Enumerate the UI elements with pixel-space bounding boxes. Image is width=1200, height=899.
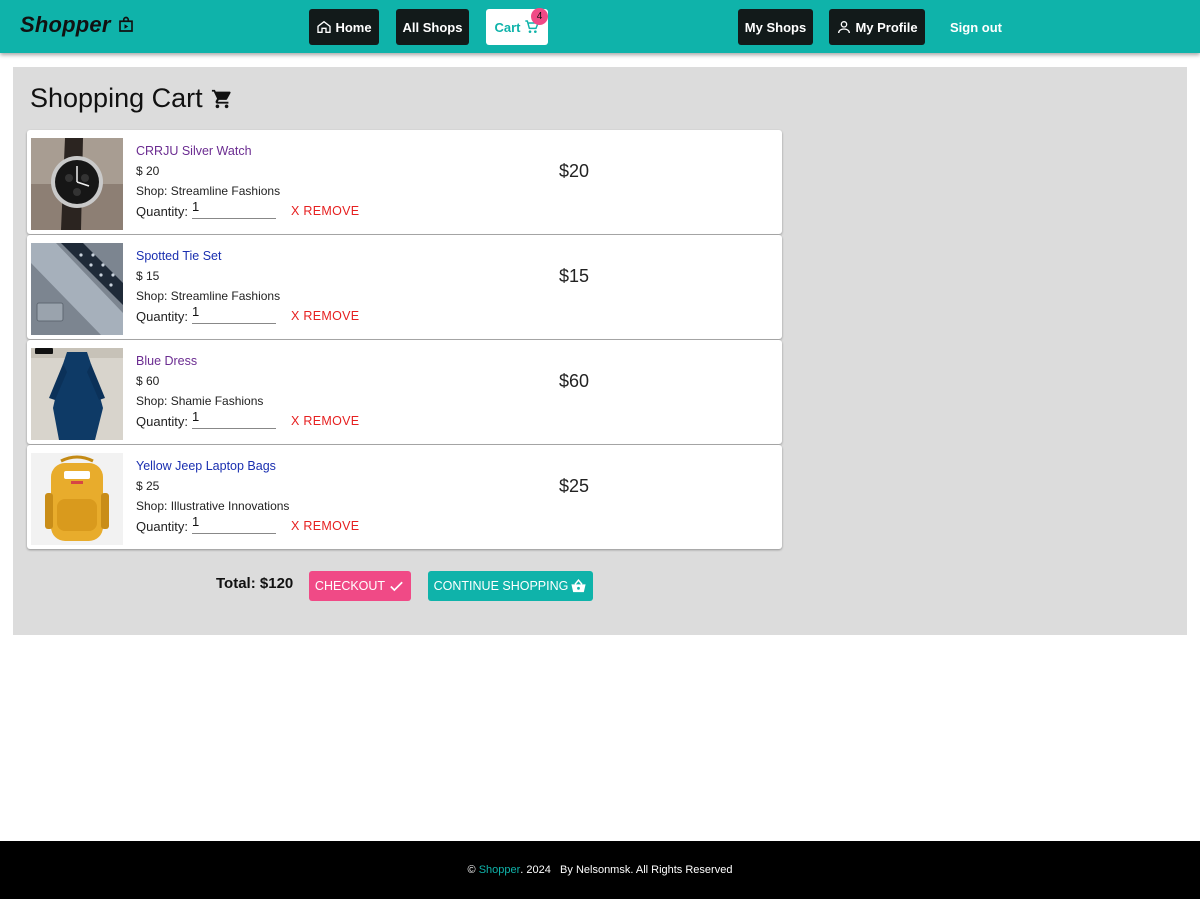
remove-item-button[interactable]: X REMOVE [291,519,359,533]
product-name-link[interactable]: CRRJU Silver Watch [136,144,280,158]
home-icon [317,20,332,33]
nav-all-shops-label: All Shops [402,19,463,35]
quantity-row: Quantity: [136,408,277,429]
item-info: Spotted Tie Set $ 15 Shop: Streamline Fa… [136,249,280,303]
check-icon [390,581,403,591]
remove-item-button[interactable]: X REMOVE [291,414,359,428]
product-shop: Shop: Shamie Fashions [136,394,264,408]
line-total: $15 [559,266,590,286]
app-bar: Shopper Home All Shops Cart 4 My Shops M… [0,0,1200,53]
nav-my-profile-button[interactable]: My Profile [829,9,925,45]
product-name-link[interactable]: Spotted Tie Set [136,249,280,263]
line-total: $25 [559,476,590,496]
line-total: $20 [559,161,590,181]
quantity-row: Quantity: [136,303,277,324]
quantity-input[interactable] [192,513,277,534]
nav-my-profile-label: My Profile [855,19,918,35]
basket-icon [571,578,586,592]
page-title: Shopping Cart [30,83,233,114]
nav-home-button[interactable]: Home [309,9,379,45]
nav-cart-label: Cart [494,19,521,35]
line-total: $60 [559,371,590,391]
nav-my-shops-button[interactable]: My Shops [738,9,813,45]
brand-name: Shopper [20,12,111,37]
product-price: $ 15 [136,269,160,283]
remove-item-button[interactable]: X REMOVE [291,204,359,218]
product-image-watch[interactable] [31,138,123,230]
continue-shopping-label: CONTINUE SHOPPING [433,579,569,593]
quantity-row: Quantity: [136,513,277,534]
cart-icon [211,89,231,108]
quantity-input[interactable] [192,198,277,219]
product-image-dress[interactable] [31,348,123,440]
item-info: CRRJU Silver Watch $ 20 Shop: Streamline… [136,144,280,198]
product-price: $ 25 [136,479,160,493]
cart-title-text: Shopping Cart [30,83,203,113]
quantity-input[interactable] [192,408,277,429]
shop-icon [118,16,133,32]
product-image-backpack[interactable] [31,453,123,545]
item-info: Yellow Jeep Laptop Bags $ 25 Shop: Illus… [136,459,289,513]
person-icon [838,21,851,34]
footer: © Shopper. 2024 By Nelsonmsk. All Rights… [0,841,1200,899]
copyright-symbol: © [467,864,476,876]
footer-brand-link[interactable]: Shopper [479,864,521,876]
quantity-row: Quantity: [136,198,277,219]
nav-cart-button[interactable]: Cart 4 [486,8,548,45]
quantity-input[interactable] [192,303,277,324]
sign-out-button[interactable]: Sign out [950,9,1002,45]
cart-item: Blue Dress $ 60 Shop: Shamie Fashions Qu… [27,340,782,444]
cart-count-badge: 4 [531,8,548,25]
quantity-label: Quantity: [136,519,189,534]
shopping-cart-card: Shopping Cart CRRJU Silver Watch $ 20 Sh… [13,67,1187,635]
checkout-label: CHECKOUT [314,579,386,593]
footer-text: . 2024 By Nelsonmsk. All Rights Reserved [520,864,733,876]
quantity-label: Quantity: [136,309,189,324]
brand-logo[interactable]: Shopper [20,12,135,38]
nav-my-shops-label: My Shops [744,19,807,35]
product-price: $ 20 [136,164,160,178]
cart-item: Spotted Tie Set $ 15 Shop: Streamline Fa… [27,235,782,339]
quantity-label: Quantity: [136,204,189,219]
nav-all-shops-button[interactable]: All Shops [396,9,469,45]
checkout-button[interactable]: CHECKOUT [309,571,411,601]
product-shop: Shop: Streamline Fashions [136,184,281,198]
quantity-label: Quantity: [136,414,189,429]
product-price: $ 60 [136,374,160,388]
product-name-link[interactable]: Yellow Jeep Laptop Bags [136,459,289,473]
cart-total: Total: $120 [216,575,294,592]
continue-shopping-button[interactable]: CONTINUE SHOPPING [428,571,593,601]
product-shop: Shop: Streamline Fashions [136,289,281,303]
product-shop: Shop: Illustrative Innovations [136,499,290,513]
remove-item-button[interactable]: X REMOVE [291,309,359,323]
item-info: Blue Dress $ 60 Shop: Shamie Fashions [136,354,263,408]
product-image-tie[interactable] [31,243,123,335]
sign-out-label: Sign out [950,19,1002,35]
cart-item: Yellow Jeep Laptop Bags $ 25 Shop: Illus… [27,445,782,549]
cart-item: CRRJU Silver Watch $ 20 Shop: Streamline… [27,130,782,234]
nav-home-label: Home [335,19,372,35]
product-name-link[interactable]: Blue Dress [136,354,263,368]
